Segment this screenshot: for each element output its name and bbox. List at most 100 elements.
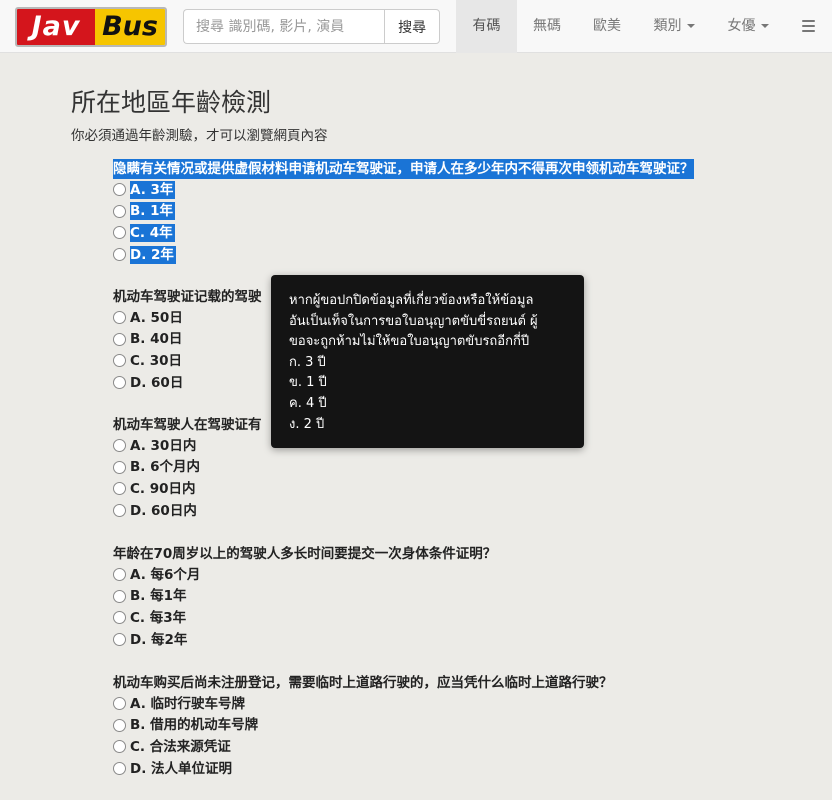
option-label: B. 每1年 — [130, 588, 187, 605]
answer-option[interactable]: C. 90日内 — [113, 478, 262, 500]
navbar: Jav Bus 搜尋 有碼 無碼 歐美 類別 女優 — [0, 0, 832, 53]
tooltip-line: อันเป็นเท็จในการขอใบอนุญาตขับขี่รถยนต์ ผ… — [289, 313, 538, 329]
question-text: 机动车驾驶证记载的驾驶 — [113, 289, 262, 305]
nav-western-label: 歐美 — [593, 18, 621, 34]
nav-genre-label: 類別 — [653, 18, 682, 34]
question-text: 机动车驾驶人在驾驶证有 — [113, 417, 262, 433]
answer-option[interactable]: B. 借用的机动车号牌 — [113, 715, 613, 737]
radio-button[interactable] — [113, 354, 126, 368]
radio-button[interactable] — [113, 204, 126, 218]
page-subtitle: 你必須通過年齡測驗，才可以瀏覽網頁內容 — [71, 128, 328, 144]
option-label: A. 3年 — [130, 180, 176, 199]
option-label: B. 借用的机动车号牌 — [130, 717, 259, 734]
radio-button[interactable] — [113, 183, 126, 197]
question-text: 隐瞒有关情况或提供虚假材料申请机动车驾驶证，申请人在多少年内不得再次申领机动车驾… — [113, 159, 694, 179]
tooltip-line: ข. 1 ปี — [289, 375, 327, 391]
search-input[interactable] — [183, 9, 385, 44]
option-label: C. 90日内 — [130, 480, 196, 497]
question-block: 机动车驾驶人在驾驶证有 A. 30日内 B. 6个月内 C. 90日内 D. 6… — [113, 415, 262, 521]
radio-button[interactable] — [113, 460, 126, 474]
nav-uncensored-label: 無碼 — [533, 18, 561, 34]
site-logo[interactable]: Jav Bus — [15, 7, 167, 47]
page-title: 所在地區年齡檢測 — [71, 88, 272, 117]
nav-actress-dropdown[interactable]: 女優 — [711, 0, 785, 53]
answer-option[interactable]: D. 法人单位证明 — [113, 758, 613, 780]
tooltip-line: ก. 3 ปี — [289, 354, 326, 370]
answer-option[interactable]: D. 60日 — [113, 372, 262, 394]
logo-jav-text: Jav — [17, 9, 95, 45]
option-label: C. 合法来源凭证 — [130, 738, 231, 755]
radio-button[interactable] — [113, 332, 126, 346]
option-label: C. 30日 — [130, 352, 183, 369]
tooltip-line: หากผู้ขอปกปิดข้อมูลที่เกี่ยวข้องหรือให้ข… — [289, 293, 534, 308]
option-label: D. 60日 — [130, 374, 184, 391]
radio-button[interactable] — [113, 376, 126, 390]
radio-button[interactable] — [113, 589, 126, 603]
caret-down-icon — [686, 24, 695, 28]
option-label: D. 60日内 — [130, 502, 197, 519]
answer-option[interactable]: D. 2年 — [113, 244, 694, 266]
radio-button[interactable] — [113, 633, 126, 647]
radio-button[interactable] — [113, 226, 126, 240]
tooltip-line: ง. 2 ปี — [289, 416, 325, 432]
translation-tooltip: หากผู้ขอปกปิดข้อมูลที่เกี่ยวข้องหรือให้ข… — [271, 275, 584, 448]
option-label: A. 50日 — [130, 309, 183, 326]
nav-actress-label: 女優 — [727, 18, 756, 34]
option-label: B. 1年 — [130, 202, 176, 221]
caret-down-icon — [760, 24, 769, 28]
radio-button[interactable] — [113, 697, 126, 711]
answer-option[interactable]: C. 每3年 — [113, 607, 496, 629]
radio-button[interactable] — [113, 611, 126, 625]
logo-bus-text: Bus — [95, 9, 165, 45]
question-block: 机动车驾驶证记载的驾驶 A. 50日 B. 40日 C. 30日 D. 60日 — [113, 287, 262, 393]
answer-option[interactable]: A. 每6个月 — [113, 564, 496, 586]
nav-western[interactable]: 歐美 — [577, 0, 637, 53]
answer-option[interactable]: A. 30日内 — [113, 435, 262, 457]
hamburger-icon[interactable] — [802, 20, 815, 32]
nav-censored[interactable]: 有碼 — [456, 0, 517, 53]
option-label: D. 法人单位证明 — [130, 760, 233, 777]
answer-option[interactable]: D. 每2年 — [113, 629, 496, 651]
radio-button[interactable] — [113, 311, 126, 325]
option-label: D. 2年 — [130, 245, 176, 264]
option-label: B. 6个月内 — [130, 459, 201, 476]
radio-button[interactable] — [113, 439, 126, 453]
radio-button[interactable] — [113, 482, 126, 496]
answer-option[interactable]: C. 合法来源凭证 — [113, 736, 613, 758]
option-label: B. 40日 — [130, 331, 183, 348]
option-label: A. 30日内 — [130, 437, 197, 454]
search-button[interactable]: 搜尋 — [384, 9, 440, 44]
radio-button[interactable] — [113, 568, 126, 582]
answer-option[interactable]: B. 6个月内 — [113, 457, 262, 479]
answer-option[interactable]: B. 40日 — [113, 329, 262, 351]
option-label: D. 每2年 — [130, 631, 188, 648]
answer-option[interactable]: C. 30日 — [113, 350, 262, 372]
option-label: C. 每3年 — [130, 609, 187, 626]
option-label: A. 临时行驶车号牌 — [130, 695, 246, 712]
question-text: 机动车购买后尚未注册登记，需要临时上道路行驶的，应当凭什么临时上道路行驶？ — [113, 675, 613, 691]
radio-button[interactable] — [113, 740, 126, 754]
answer-option[interactable]: A. 3年 — [113, 179, 694, 201]
tooltip-line: ขอจะถูกห้ามไม่ให้ขอใบอนุญาตขับรถอีกกี่ปี — [289, 334, 530, 350]
answer-option[interactable]: C. 4年 — [113, 222, 694, 244]
question-block: 机动车购买后尚未注册登记，需要临时上道路行驶的，应当凭什么临时上道路行驶？ A.… — [113, 673, 613, 779]
radio-button[interactable] — [113, 248, 126, 262]
radio-button[interactable] — [113, 762, 126, 776]
radio-button[interactable] — [113, 718, 126, 732]
tooltip-line: ค. 4 ปี — [289, 395, 327, 411]
search-form: 搜尋 — [183, 9, 440, 44]
answer-option[interactable]: B. 1年 — [113, 201, 694, 223]
answer-option[interactable]: A. 50日 — [113, 307, 262, 329]
nav-censored-label: 有碼 — [472, 18, 501, 34]
question-block: 年龄在70周岁以上的驾驶人多长时间要提交一次身体条件证明？ A. 每6个月 B.… — [113, 544, 496, 650]
answer-option[interactable]: A. 临时行驶车号牌 — [113, 693, 613, 715]
answer-option[interactable]: D. 60日内 — [113, 500, 262, 522]
nav-uncensored[interactable]: 無碼 — [517, 0, 577, 53]
question-block: 隐瞒有关情况或提供虚假材料申请机动车驾驶证，申请人在多少年内不得再次申领机动车驾… — [113, 159, 694, 265]
radio-button[interactable] — [113, 504, 126, 518]
option-label: A. 每6个月 — [130, 566, 201, 583]
question-text: 年龄在70周岁以上的驾驶人多长时间要提交一次身体条件证明？ — [113, 546, 497, 562]
answer-option[interactable]: B. 每1年 — [113, 586, 496, 608]
nav-genre-dropdown[interactable]: 類別 — [637, 0, 711, 53]
option-label: C. 4年 — [130, 223, 175, 242]
